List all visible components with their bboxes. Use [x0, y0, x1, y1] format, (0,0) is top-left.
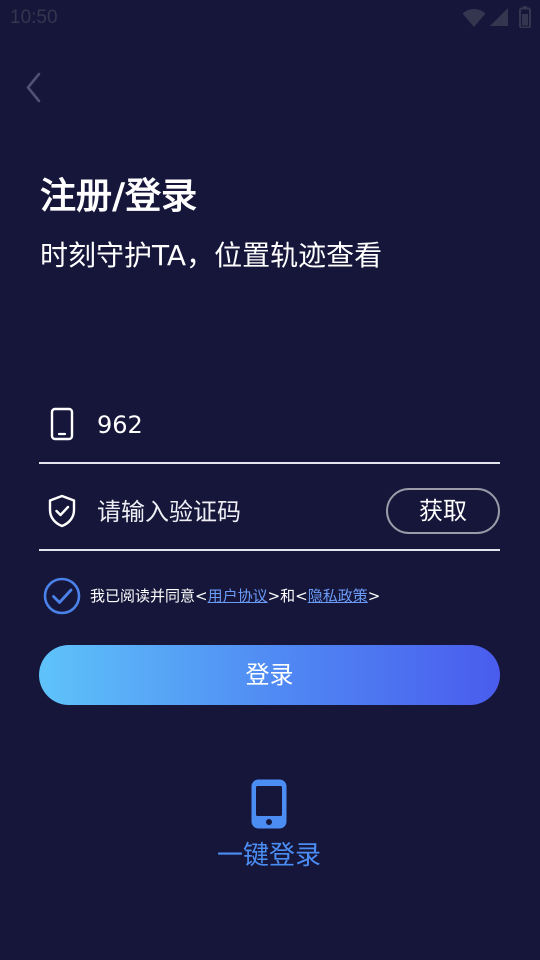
one-click-login-label: 一键登录	[216, 841, 321, 871]
check-circle-icon	[43, 577, 81, 615]
agreement-checkbox[interactable]	[43, 577, 81, 615]
code-field-underline	[39, 549, 500, 551]
page-title: 注册/登录	[40, 176, 198, 217]
page-subtitle: 时刻守护TA，位置轨迹查看	[40, 239, 383, 272]
status-time: 10:50	[10, 7, 58, 28]
chevron-left-icon	[26, 72, 41, 103]
smartphone-icon	[251, 779, 287, 829]
battery-icon	[519, 6, 531, 28]
privacy-policy-link[interactable]: 隐私政策	[308, 587, 368, 605]
agreement-middle: >和<	[267, 587, 308, 605]
signal-icon	[490, 8, 508, 26]
shield-check-icon	[48, 494, 76, 528]
phone-input[interactable]	[97, 405, 477, 445]
login-button[interactable]: 登录	[39, 645, 500, 705]
verification-code-input[interactable]	[97, 492, 367, 532]
wifi-icon	[462, 9, 486, 27]
phone-icon	[50, 407, 74, 441]
agreement-suffix: >	[367, 587, 381, 605]
one-click-login-button[interactable]: 一键登录	[199, 776, 339, 876]
user-agreement-link[interactable]: 用户协议	[208, 587, 268, 605]
login-button-label: 登录	[245, 661, 294, 689]
agreement-prefix: 我已阅读并同意<	[90, 587, 208, 605]
back-button[interactable]	[20, 70, 50, 106]
agreement-text: 我已阅读并同意<用户协议>和<隐私政策>	[90, 585, 380, 607]
get-code-button[interactable]: 获取	[386, 488, 500, 534]
phone-field-underline	[39, 462, 500, 464]
